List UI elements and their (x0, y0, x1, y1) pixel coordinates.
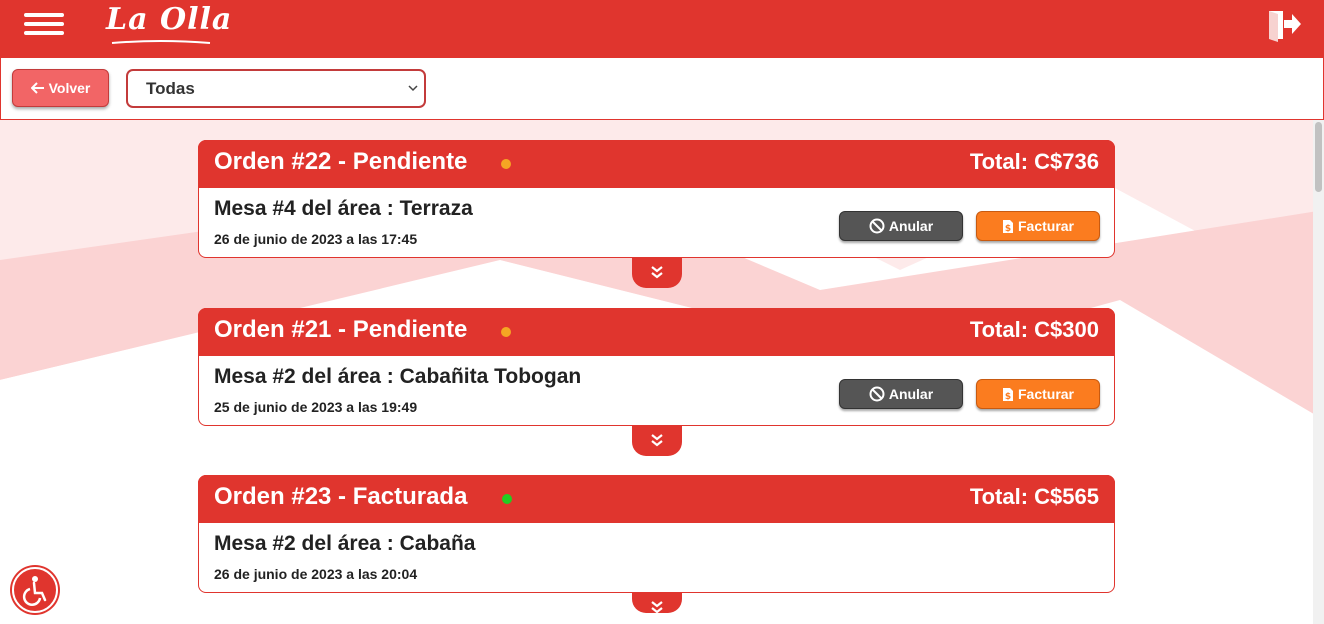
invoice-icon: $ (1002, 387, 1013, 402)
invoice-order-label: Facturar (1017, 218, 1075, 234)
order-title: Orden #21 - Pendiente (214, 316, 468, 343)
status-dot-icon (501, 327, 511, 337)
ban-icon (869, 218, 885, 234)
status-filter-select[interactable]: Todas (126, 69, 426, 108)
logo-text: La Olla (106, 2, 233, 37)
expand-order-button[interactable] (632, 593, 682, 614)
cancel-order-button[interactable]: Anular (839, 379, 963, 409)
double-chevron-down-icon (651, 266, 663, 279)
order-table: Mesa #4 del área : Terraza (214, 197, 473, 220)
svg-text:$: $ (1005, 392, 1011, 402)
invoice-order-button[interactable]: $ Facturar (976, 211, 1100, 241)
scrollbar[interactable] (1313, 120, 1324, 624)
chevron-down-icon (408, 85, 418, 92)
order-total: Total: C$300 (969, 317, 1099, 342)
order-header: Orden #22 - Pendiente Total: C$736 (198, 140, 1115, 188)
cancel-order-label: Anular (888, 218, 934, 234)
ban-icon (869, 386, 885, 402)
order-card: Orden #22 - Pendiente Total: C$736 Mesa … (198, 140, 1115, 288)
scrollbar-thumb[interactable] (1315, 122, 1322, 192)
order-date: 26 de junio de 2023 a las 17:45 (214, 231, 418, 247)
double-chevron-down-icon (651, 434, 663, 447)
invoice-order-button[interactable]: $ Facturar (976, 379, 1100, 409)
order-title: Orden #22 - Pendiente (214, 148, 468, 175)
expand-order-button[interactable] (632, 258, 682, 288)
cancel-order-label: Anular (888, 386, 934, 402)
order-date: 25 de junio de 2023 a las 19:49 (214, 399, 418, 415)
order-total: Total: C$565 (969, 484, 1099, 509)
order-header: Orden #23 - Facturada Total: C$565 (198, 475, 1115, 523)
expand-order-button[interactable] (632, 426, 682, 456)
order-title: Orden #23 - Facturada (214, 483, 468, 510)
arrow-left-icon (30, 82, 44, 94)
back-button[interactable]: Volver (12, 69, 109, 107)
status-dot-icon (501, 159, 511, 169)
order-header: Orden #21 - Pendiente Total: C$300 (198, 308, 1115, 356)
invoice-order-label: Facturar (1017, 386, 1075, 402)
filter-toolbar: Volver Todas (0, 58, 1324, 120)
logo-swoosh-icon (111, 40, 211, 44)
order-table: Mesa #2 del área : Cabaña (214, 532, 476, 555)
invoice-icon: $ (1002, 219, 1013, 234)
order-card: Orden #21 - Pendiente Total: C$300 Mesa … (198, 308, 1115, 456)
top-navbar: La Olla (0, 0, 1324, 58)
order-total: Total: C$736 (969, 149, 1099, 174)
order-card: Orden #23 - Facturada Total: C$565 Mesa … (198, 475, 1115, 614)
double-chevron-down-icon (651, 601, 663, 614)
cancel-order-button[interactable]: Anular (839, 211, 963, 241)
svg-text:$: $ (1005, 224, 1011, 234)
logout-door-icon[interactable] (1266, 8, 1304, 42)
hamburger-menu-icon[interactable] (24, 12, 64, 38)
orders-content: Orden #22 - Pendiente Total: C$736 Mesa … (0, 120, 1324, 624)
logo[interactable]: La Olla (106, 2, 231, 48)
wheelchair-accessibility-icon[interactable] (12, 567, 58, 613)
order-date: 26 de junio de 2023 a las 20:04 (214, 566, 418, 582)
status-dot-icon (502, 494, 512, 504)
order-table: Mesa #2 del área : Cabañita Tobogan (214, 365, 582, 388)
back-button-label: Volver (48, 80, 91, 96)
status-filter-value: Todas (146, 78, 195, 98)
